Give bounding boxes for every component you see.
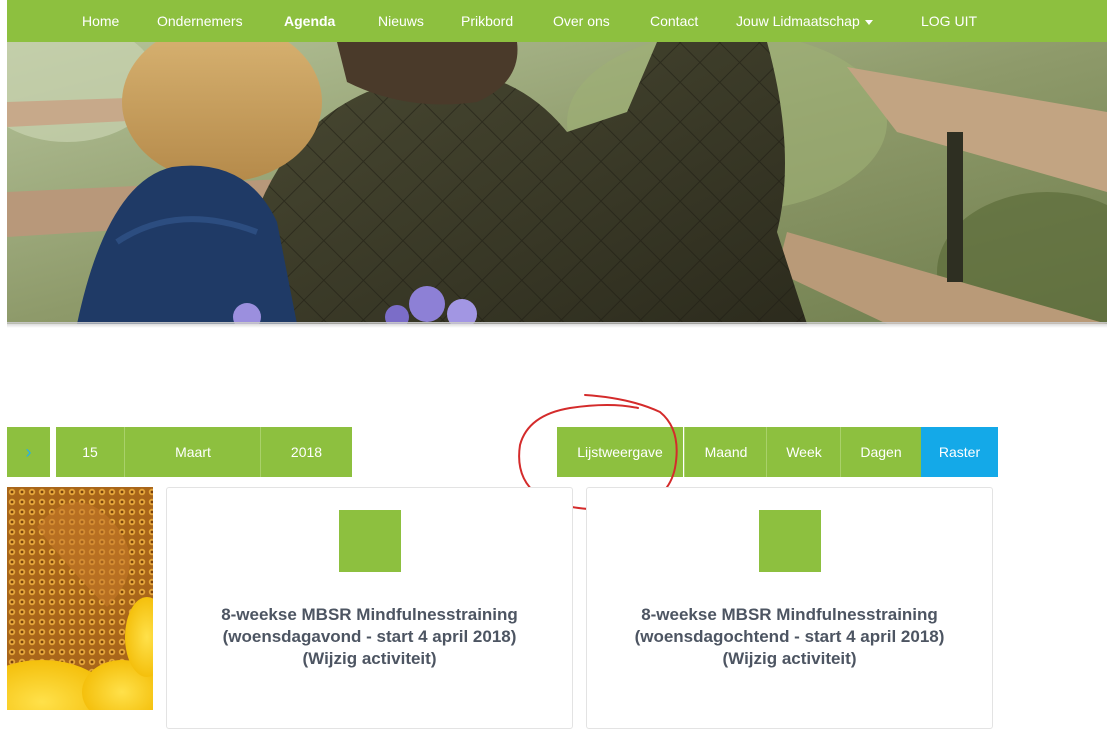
nav-lidmaatschap[interactable]: Jouw Lidmaatschap (736, 0, 873, 42)
next-button[interactable]: › (7, 427, 50, 477)
nav-log-uit[interactable]: LOG UIT (921, 0, 977, 42)
chevron-down-icon (864, 19, 873, 25)
day-select[interactable]: 15 (56, 427, 124, 477)
view-month-button[interactable]: Maand (684, 427, 767, 477)
month-select[interactable]: Maart (124, 427, 261, 477)
edit-activity-link[interactable]: (Wijzig activiteit) (597, 648, 982, 670)
event-thumbnail (339, 510, 401, 572)
nav-contact[interactable]: Contact (650, 0, 698, 42)
event-card[interactable]: 8-weekse MBSR Mindfulnesstraining (woens… (586, 487, 993, 729)
event-title-line: 8-weekse MBSR Mindfulnesstraining (221, 605, 518, 624)
nav-prikbord[interactable]: Prikbord (461, 0, 513, 42)
sunflower-image (7, 487, 153, 710)
event-title-line: (woensdagavond - start 4 april 2018) (222, 627, 517, 646)
event-thumbnail (759, 510, 821, 572)
view-days-button[interactable]: Dagen (840, 427, 921, 477)
view-list-button[interactable]: Lijstweergave (557, 427, 683, 477)
main-navigation: Home Ondernemers Agenda Nieuws Prikbord … (7, 0, 1107, 42)
view-grid-button[interactable]: Raster (921, 427, 998, 477)
nav-home[interactable]: Home (82, 0, 119, 42)
event-title: 8-weekse MBSR Mindfulnesstraining (woens… (177, 604, 562, 670)
hero-image (7, 42, 1107, 324)
view-week-button[interactable]: Week (766, 427, 841, 477)
edit-activity-link[interactable]: (Wijzig activiteit) (177, 648, 562, 670)
hero-shadow (7, 322, 1107, 328)
event-title-line: 8-weekse MBSR Mindfulnesstraining (641, 605, 938, 624)
event-card[interactable]: 8-weekse MBSR Mindfulnesstraining (woens… (166, 487, 573, 729)
year-select[interactable]: 2018 (260, 427, 352, 477)
nav-over-ons[interactable]: Over ons (553, 0, 610, 42)
event-title-line: (woensdagochtend - start 4 april 2018) (634, 627, 945, 646)
event-title: 8-weekse MBSR Mindfulnesstraining (woens… (597, 604, 982, 670)
sunflower-photo (7, 487, 153, 710)
nav-agenda[interactable]: Agenda (284, 0, 335, 42)
nav-ondernemers[interactable]: Ondernemers (157, 0, 243, 42)
nav-nieuws[interactable]: Nieuws (378, 0, 424, 42)
chevron-right-icon: › (25, 442, 32, 462)
hero-photo (7, 42, 1107, 324)
nav-lidmaatschap-label: Jouw Lidmaatschap (736, 13, 860, 29)
